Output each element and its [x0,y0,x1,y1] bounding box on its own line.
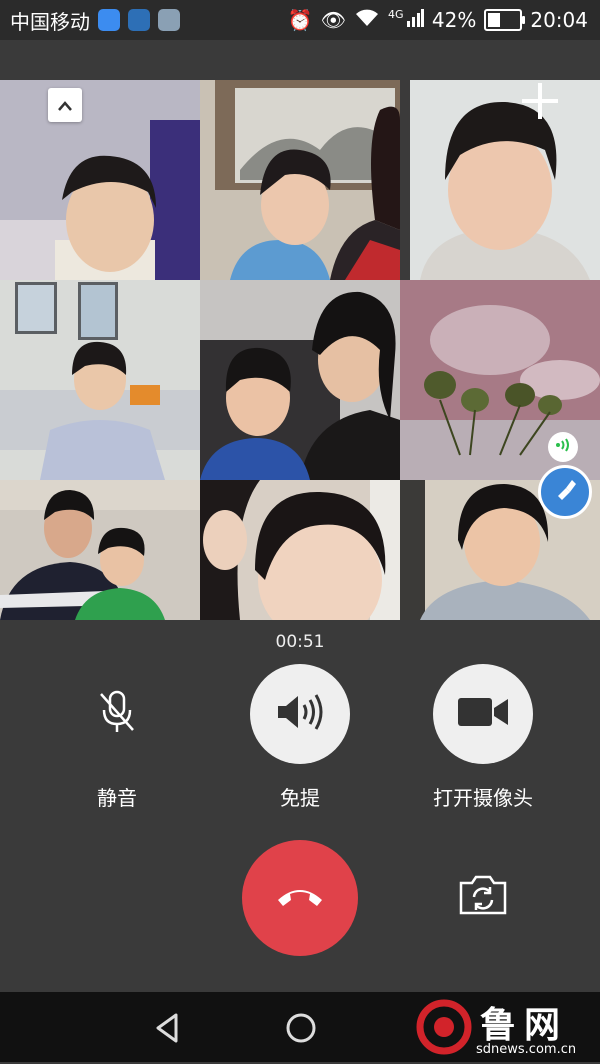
status-bar: 中国移动 ⏰ 👁 4G 42% 20:04 [0,0,600,40]
watermark-url: sdnews.com.cn [476,1042,577,1057]
notification-image-icon [158,9,180,31]
back-triangle-icon [156,1013,178,1043]
wifi-icon [354,8,380,33]
speaking-indicator [548,432,578,462]
mute-label: 静音 [97,786,137,810]
camera-label: 打开摄像头 [433,786,533,810]
end-call-button[interactable] [242,840,358,956]
add-participant-button[interactable] [516,80,564,128]
camera-button[interactable] [433,664,533,764]
camera-control[interactable]: 打开摄像头 [393,664,573,811]
mute-control[interactable]: 静音 [27,664,207,811]
speaker-control[interactable]: 免提 [210,664,390,811]
speaker-label: 免提 [280,786,320,810]
plus-icon [520,78,560,130]
participant-video[interactable] [200,480,400,620]
battery-percent: 42% [431,8,477,32]
participant-video[interactable] [400,80,600,280]
battery-icon [484,9,526,31]
camera-switch-icon [457,873,509,921]
switch-camera-button[interactable] [455,872,511,922]
home-button[interactable] [283,1010,319,1046]
speaker-icon [274,692,326,736]
video-camera-icon [456,694,510,734]
call-timer: 00:51 [275,632,325,652]
clock: 20:04 [530,8,588,32]
participant-video[interactable] [200,80,400,280]
participant-video[interactable] [200,280,400,480]
sound-waves-icon [554,436,572,458]
carrier-name: 中国移动 [10,9,90,34]
brush-icon [552,476,578,508]
video-grid [0,80,600,620]
floating-brush-button[interactable] [538,465,592,519]
notification-app-icon [98,9,120,31]
eye-icon: 👁 [320,8,347,32]
network-type: 4G [388,8,404,21]
phone-hangup-icon [275,884,325,912]
notification-app-icon [128,9,150,31]
back-button[interactable] [150,1010,186,1046]
mute-button[interactable] [67,664,167,764]
collapse-button[interactable] [48,88,82,122]
alarm-icon: ⏰ [287,8,313,32]
watermark-name: 鲁网 [480,1005,569,1046]
participant-video[interactable] [0,280,200,480]
microphone-off-icon [95,688,139,740]
chevron-up-icon [57,93,73,117]
speaker-button[interactable] [250,664,350,764]
home-circle-icon [286,1013,316,1043]
signal-icon: 4G [388,8,424,32]
participant-video[interactable] [0,80,200,280]
participant-video[interactable] [0,480,200,620]
